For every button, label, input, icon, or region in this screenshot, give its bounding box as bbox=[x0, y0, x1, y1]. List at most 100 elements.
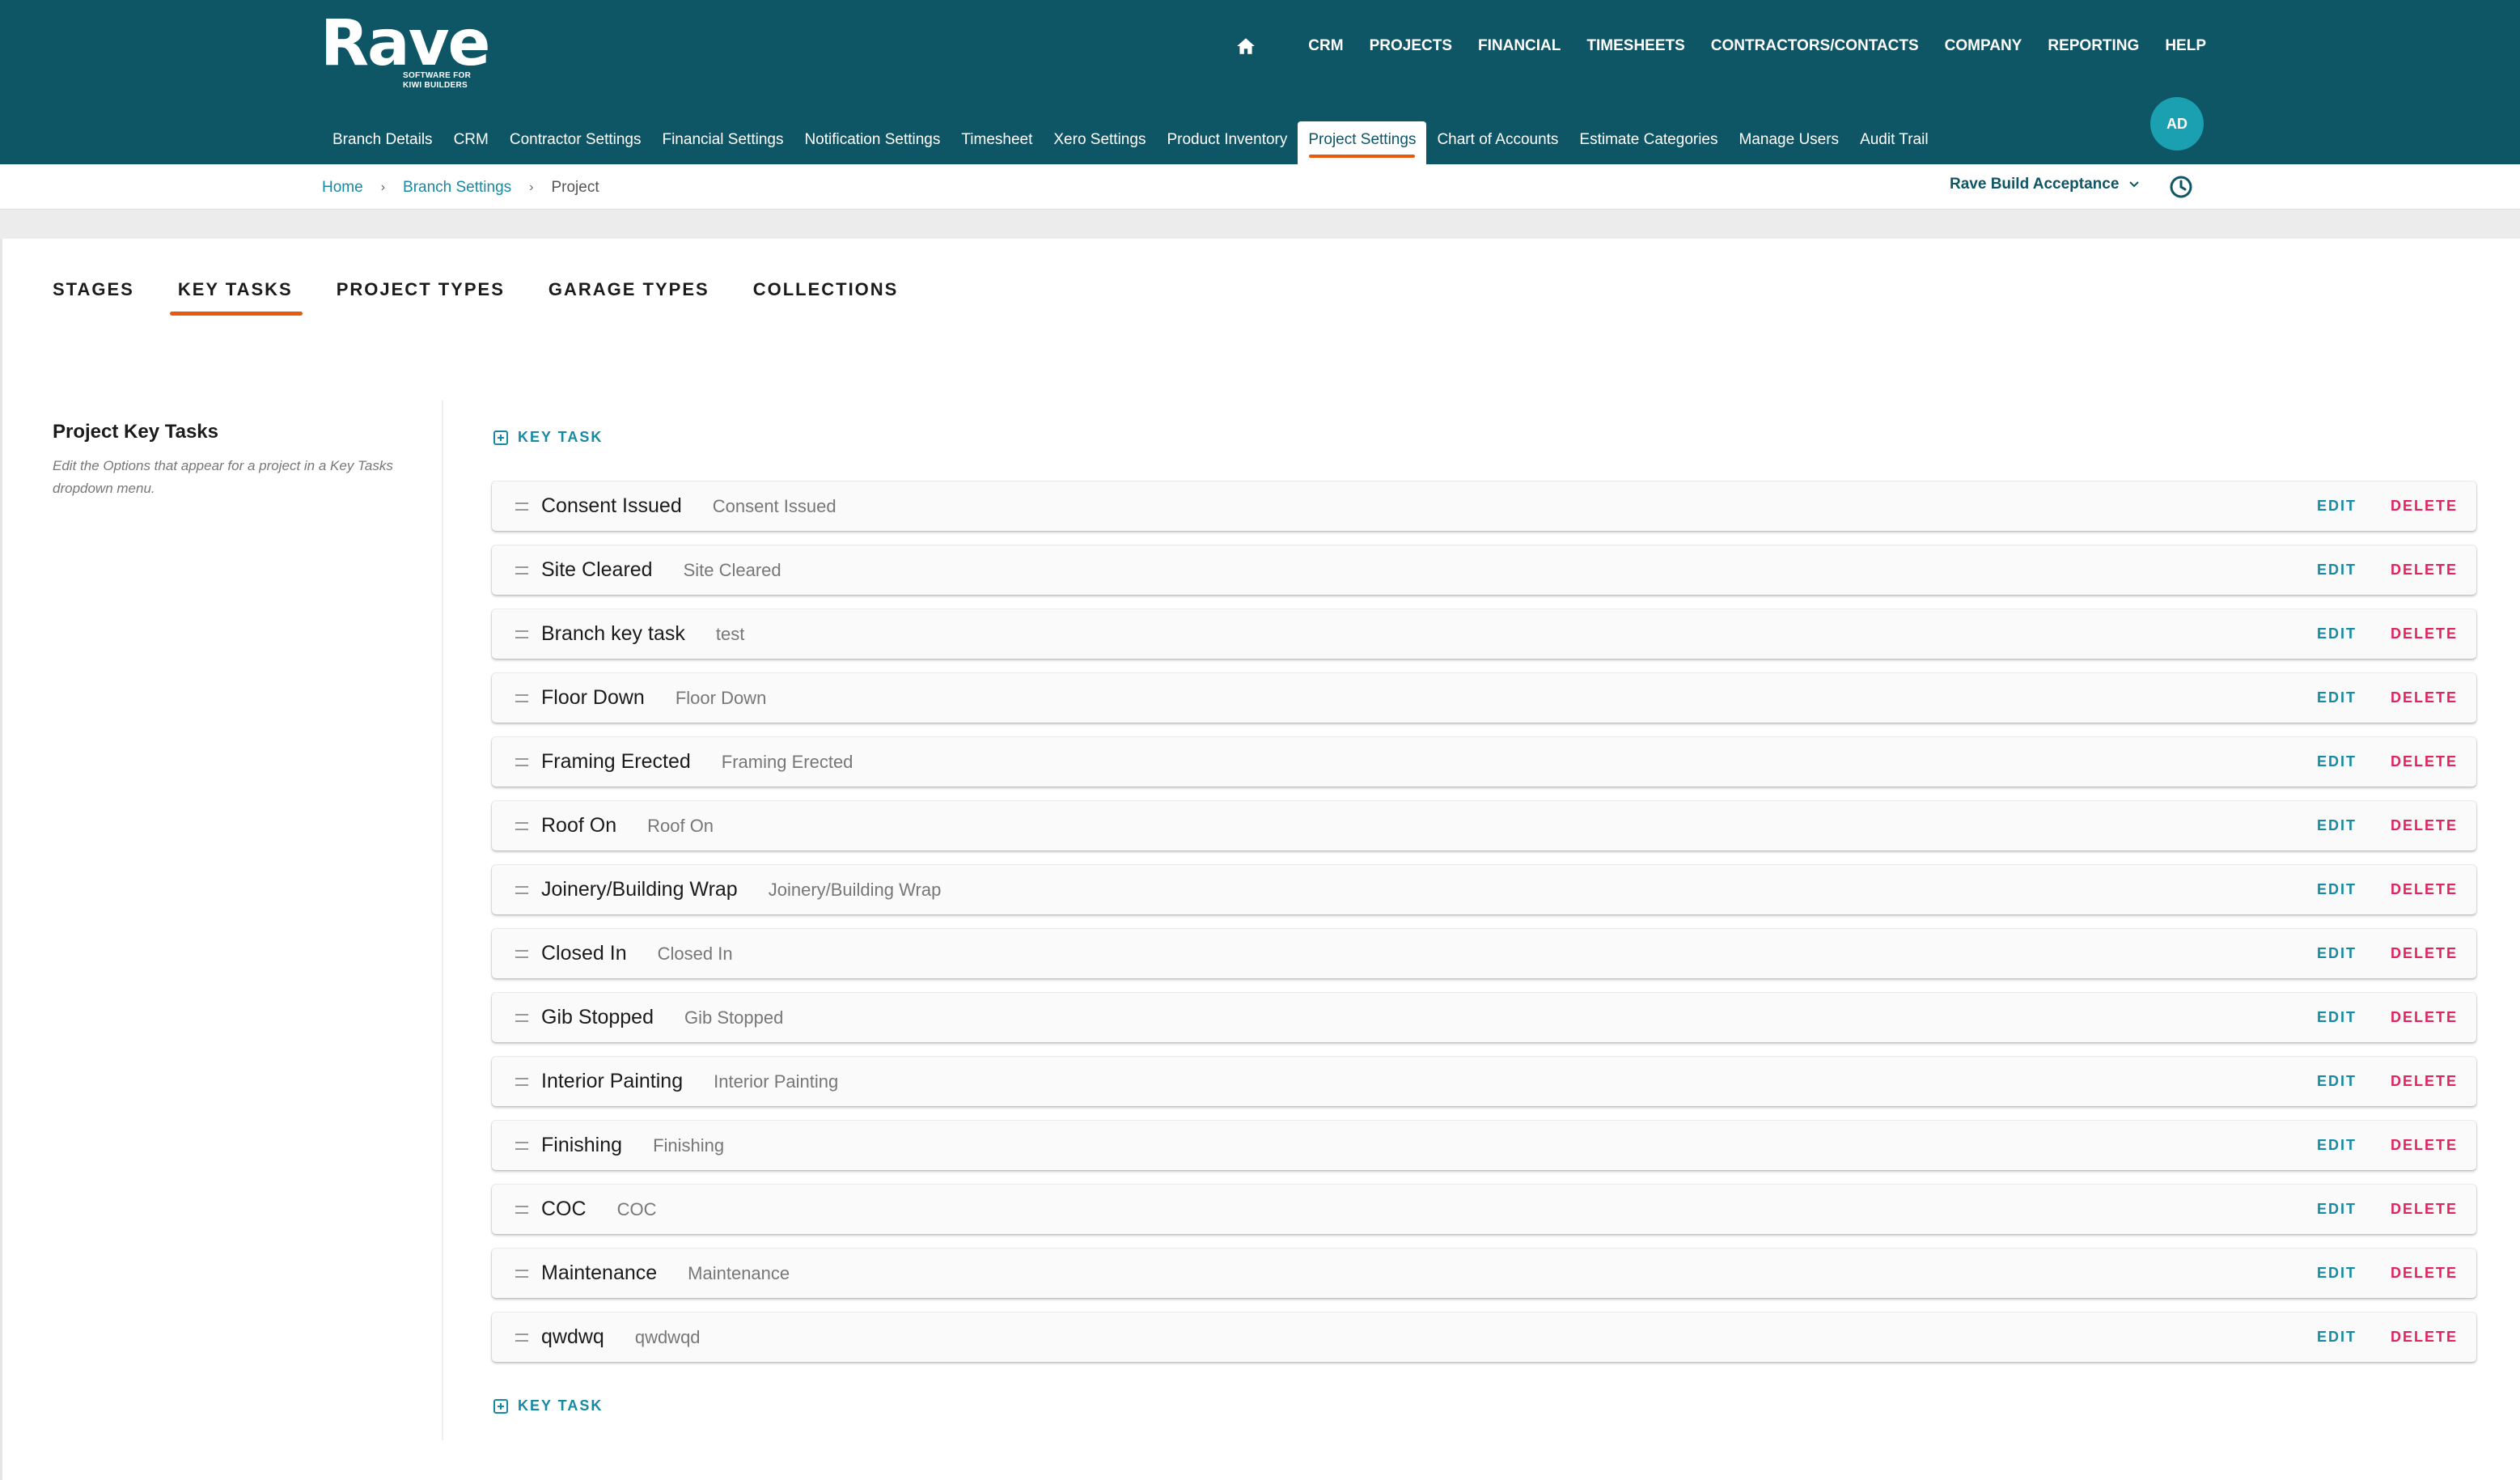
subnav-project-settings[interactable]: Project Settings bbox=[1298, 121, 1427, 164]
drag-handle-icon[interactable] bbox=[515, 1013, 528, 1022]
key-task-row[interactable]: Roof On Roof On EDIT DELETE bbox=[492, 801, 2476, 850]
delete-button[interactable]: DELETE bbox=[2391, 1009, 2458, 1026]
key-task-row[interactable]: Gib Stopped Gib Stopped EDIT DELETE bbox=[492, 993, 2476, 1042]
drag-handle-icon[interactable] bbox=[515, 821, 528, 830]
delete-button[interactable]: DELETE bbox=[2391, 1329, 2458, 1346]
key-task-row[interactable]: Site Cleared Site Cleared EDIT DELETE bbox=[492, 545, 2476, 595]
tab-project-types[interactable]: PROJECT TYPES bbox=[337, 279, 505, 300]
edit-button[interactable]: EDIT bbox=[2317, 1265, 2357, 1282]
user-avatar[interactable]: AD bbox=[2150, 97, 2204, 151]
key-task-description: Consent Issued bbox=[712, 495, 836, 516]
tab-key-tasks[interactable]: KEY TASKS bbox=[169, 279, 303, 316]
edit-button[interactable]: EDIT bbox=[2317, 1201, 2357, 1218]
subnav-branch-details[interactable]: Branch Details bbox=[322, 121, 443, 164]
nav-item-help[interactable]: HELP bbox=[2165, 37, 2206, 55]
drag-handle-icon[interactable] bbox=[515, 1269, 528, 1278]
rave-logo[interactable]: Rave SOFTWARE FOR KIWI BUILDERS bbox=[320, 11, 490, 90]
edit-button[interactable]: EDIT bbox=[2317, 945, 2357, 962]
key-task-row[interactable]: Framing Erected Framing Erected EDIT DELETE bbox=[492, 737, 2476, 787]
subnav-contractor-settings[interactable]: Contractor Settings bbox=[499, 121, 652, 164]
subnav-crm[interactable]: CRM bbox=[443, 121, 499, 164]
subnav-product-inventory[interactable]: Product Inventory bbox=[1156, 121, 1298, 164]
edit-button[interactable]: EDIT bbox=[2317, 881, 2357, 898]
delete-button[interactable]: DELETE bbox=[2391, 945, 2458, 962]
delete-button[interactable]: DELETE bbox=[2391, 689, 2458, 706]
subnav-notification-settings[interactable]: Notification Settings bbox=[794, 121, 951, 164]
key-task-name: Gib Stopped bbox=[541, 1006, 654, 1028]
breadcrumb-branch-settings[interactable]: Branch Settings bbox=[403, 179, 511, 197]
subnav-timesheet[interactable]: Timesheet bbox=[951, 121, 1043, 164]
section-info: Project Key Tasks Edit the Options that … bbox=[53, 421, 417, 500]
delete-button[interactable]: DELETE bbox=[2391, 1073, 2458, 1090]
delete-button[interactable]: DELETE bbox=[2391, 881, 2458, 898]
key-task-row[interactable]: COC COC EDIT DELETE bbox=[492, 1185, 2476, 1234]
edit-button[interactable]: EDIT bbox=[2317, 562, 2357, 579]
key-task-row[interactable]: Branch key task test EDIT DELETE bbox=[492, 609, 2476, 659]
key-task-row[interactable]: Joinery/Building Wrap Joinery/Building Wr… bbox=[492, 865, 2476, 914]
key-task-row[interactable]: Consent Issued Consent Issued EDIT DELETE bbox=[492, 481, 2476, 531]
subnav-xero-settings[interactable]: Xero Settings bbox=[1043, 121, 1156, 164]
breadcrumb: Home › Branch Settings › Project bbox=[322, 179, 599, 197]
nav-item-projects[interactable]: PROJECTS bbox=[1370, 37, 1452, 55]
edit-button[interactable]: EDIT bbox=[2317, 1329, 2357, 1346]
key-task-row[interactable]: Floor Down Floor Down EDIT DELETE bbox=[492, 673, 2476, 723]
key-task-row[interactable]: Maintenance Maintenance EDIT DELETE bbox=[492, 1249, 2476, 1298]
delete-button[interactable]: DELETE bbox=[2391, 498, 2458, 515]
nav-item-reporting[interactable]: REPORTING bbox=[2048, 37, 2139, 55]
nav-item-timesheets[interactable]: TIMESHEETS bbox=[1586, 37, 1684, 55]
branch-selector[interactable]: Rave Build Acceptance bbox=[1950, 176, 2140, 193]
drag-handle-icon[interactable] bbox=[515, 1333, 528, 1342]
tab-garage-types[interactable]: GARAGE TYPES bbox=[548, 279, 709, 300]
edit-button[interactable]: EDIT bbox=[2317, 753, 2357, 770]
tab-collections[interactable]: COLLECTIONS bbox=[753, 279, 899, 300]
edit-button[interactable]: EDIT bbox=[2317, 498, 2357, 515]
key-task-row[interactable]: Closed In Closed In EDIT DELETE bbox=[492, 929, 2476, 978]
key-task-row[interactable]: Finishing Finishing EDIT DELETE bbox=[492, 1121, 2476, 1170]
nav-item-contractors-contacts[interactable]: CONTRACTORS/CONTACTS bbox=[1711, 37, 1919, 55]
drag-handle-icon[interactable] bbox=[515, 949, 528, 958]
subnav-financial-settings[interactable]: Financial Settings bbox=[651, 121, 794, 164]
delete-button[interactable]: DELETE bbox=[2391, 1265, 2458, 1282]
key-task-name: Floor Down bbox=[541, 686, 645, 709]
delete-button[interactable]: DELETE bbox=[2391, 753, 2458, 770]
delete-button[interactable]: DELETE bbox=[2391, 562, 2458, 579]
drag-handle-icon[interactable] bbox=[515, 1077, 528, 1086]
subnav-estimate-categories[interactable]: Estimate Categories bbox=[1569, 121, 1728, 164]
tab-stages[interactable]: STAGES bbox=[53, 279, 134, 300]
subnav-manage-users[interactable]: Manage Users bbox=[1729, 121, 1850, 164]
delete-button[interactable]: DELETE bbox=[2391, 626, 2458, 642]
edit-button[interactable]: EDIT bbox=[2317, 1073, 2357, 1090]
edit-button[interactable]: EDIT bbox=[2317, 689, 2357, 706]
breadcrumb-home[interactable]: Home bbox=[322, 179, 363, 197]
clock-history-icon[interactable] bbox=[2168, 174, 2194, 200]
drag-handle-icon[interactable] bbox=[515, 885, 528, 894]
edit-button[interactable]: EDIT bbox=[2317, 1009, 2357, 1026]
key-task-row[interactable]: Interior Painting Interior Painting EDIT DE… bbox=[492, 1057, 2476, 1106]
drag-handle-icon[interactable] bbox=[515, 757, 528, 766]
delete-button[interactable]: DELETE bbox=[2391, 1137, 2458, 1154]
nav-item-financial[interactable]: FINANCIAL bbox=[1478, 37, 1561, 55]
edit-button[interactable]: EDIT bbox=[2317, 626, 2357, 642]
edit-button[interactable]: EDIT bbox=[2317, 1137, 2357, 1154]
drag-handle-icon[interactable] bbox=[515, 630, 528, 638]
drag-handle-icon[interactable] bbox=[515, 502, 528, 511]
branch-selector-value: Rave Build Acceptance bbox=[1950, 176, 2120, 193]
key-task-row[interactable]: qwdwq qwdwqd EDIT DELETE bbox=[492, 1312, 2476, 1362]
delete-button[interactable]: DELETE bbox=[2391, 817, 2458, 834]
add-key-task-button-bottom[interactable]: KEY TASK bbox=[493, 1397, 603, 1414]
subnav-audit-trail[interactable]: Audit Trail bbox=[1849, 121, 1938, 164]
key-task-name: qwdwq bbox=[541, 1325, 604, 1348]
drag-handle-icon[interactable] bbox=[515, 566, 528, 575]
drag-handle-icon[interactable] bbox=[515, 1205, 528, 1214]
delete-button[interactable]: DELETE bbox=[2391, 1201, 2458, 1218]
edit-button[interactable]: EDIT bbox=[2317, 817, 2357, 834]
nav-item-company[interactable]: COMPANY bbox=[1945, 37, 2022, 55]
key-task-list: Consent Issued Consent Issued EDIT DELETE Si… bbox=[492, 481, 2476, 1376]
subnav-chart-of-accounts[interactable]: Chart of Accounts bbox=[1426, 121, 1569, 164]
drag-handle-icon[interactable] bbox=[515, 1141, 528, 1150]
nav-item-crm[interactable]: CRM bbox=[1308, 37, 1343, 55]
chevron-right-icon: › bbox=[529, 180, 534, 194]
add-key-task-button-top[interactable]: KEY TASK bbox=[493, 429, 603, 446]
drag-handle-icon[interactable] bbox=[515, 693, 528, 702]
home-icon[interactable] bbox=[1235, 36, 1256, 57]
